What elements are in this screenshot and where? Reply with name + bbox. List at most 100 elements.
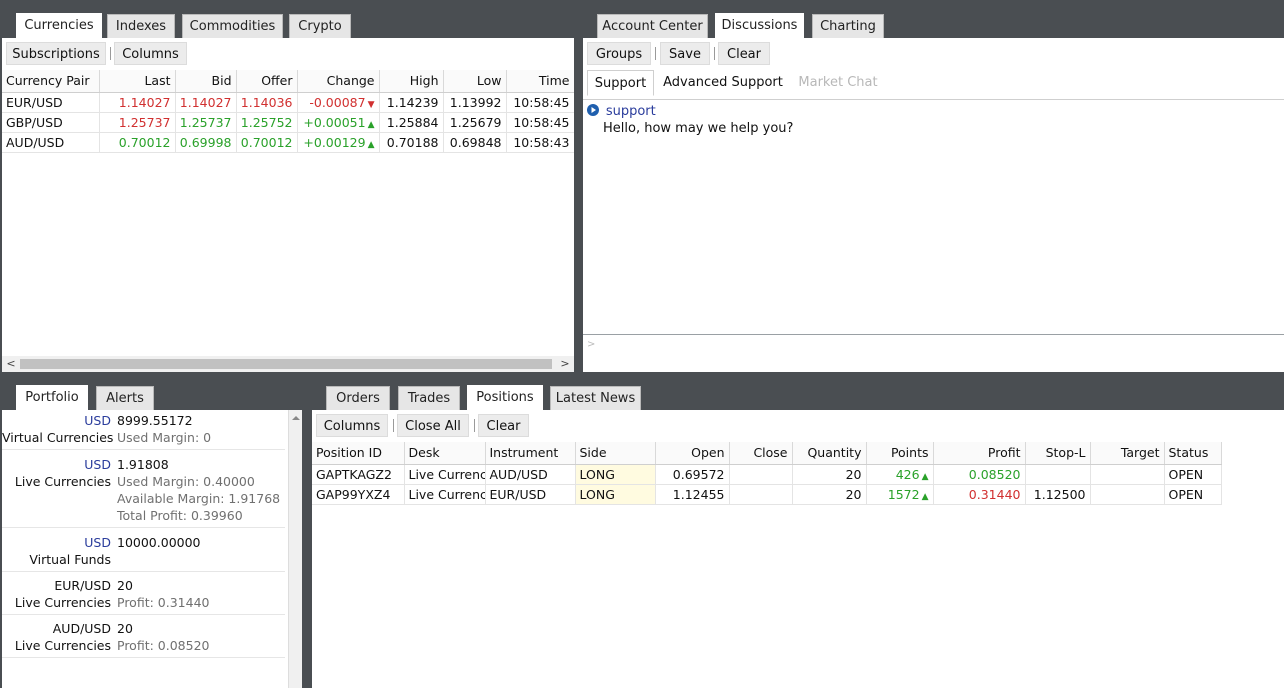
tab-trades[interactable]: Trades	[398, 386, 460, 410]
tab-alerts[interactable]: Alerts	[96, 386, 154, 410]
column-header[interactable]: Status	[1164, 442, 1222, 465]
column-header[interactable]: Instrument	[485, 442, 576, 465]
vertical-scrollbar[interactable]	[288, 410, 302, 688]
column-header[interactable]: Quantity	[792, 442, 867, 465]
profit-cell: 0.08520	[933, 464, 1026, 485]
list-item[interactable]: USD 1.91808 Live Currencies Used Margin:…	[2, 452, 285, 528]
column-header[interactable]: Last	[99, 70, 176, 93]
column-header[interactable]: Desk	[404, 442, 486, 465]
time-cell: 10:58:45	[506, 112, 574, 133]
table-row[interactable]: AUD/USD 0.70012 0.69998 0.70012 +0.00129…	[2, 132, 574, 153]
clear-button[interactable]: Clear	[718, 42, 770, 65]
positions-tabbar: Orders Trades Positions Latest News	[312, 372, 1284, 410]
tab-account-center[interactable]: Account Center	[597, 14, 708, 38]
column-header[interactable]: Bid	[175, 70, 237, 93]
columns-button[interactable]: Columns	[316, 414, 388, 437]
tab-positions[interactable]: Positions	[467, 385, 543, 410]
scroll-thumb[interactable]	[20, 359, 552, 369]
column-header[interactable]: Profit	[933, 442, 1026, 465]
column-header[interactable]: Change	[297, 70, 380, 93]
table-row[interactable]: GAP99YXZ4 Live Currencies EUR/USD LONG 1…	[312, 484, 1222, 505]
tab-discussions[interactable]: Discussions	[715, 13, 804, 38]
open-cell: 0.69572	[655, 464, 730, 485]
scroll-right-icon[interactable]: >	[558, 357, 572, 371]
points-cell: 1572 ▲	[866, 484, 934, 505]
scroll-up-icon[interactable]	[289, 412, 302, 424]
message-sender[interactable]: support	[606, 104, 656, 119]
chat-input-area[interactable]: >	[583, 334, 1284, 372]
column-header[interactable]: Currency Pair	[2, 70, 100, 93]
tab-charting[interactable]: Charting	[812, 14, 884, 38]
stop-loss-cell	[1025, 464, 1091, 485]
list-item[interactable]: USD 8999.55172 Virtual Currencies Used M…	[2, 410, 285, 450]
positions-content: Columns Close All Clear Position ID Desk…	[312, 410, 1284, 688]
arrow-down-icon: ▼	[367, 99, 375, 110]
play-icon	[587, 104, 599, 116]
entry-currency: USD	[84, 457, 111, 472]
table-row[interactable]: EUR/USD 1.14027 1.14027 1.14036 -0.00087…	[2, 92, 574, 113]
column-header[interactable]: High	[379, 70, 444, 93]
low-cell: 0.69848	[443, 132, 507, 153]
clear-button[interactable]: Clear	[478, 414, 529, 437]
entry-detail: Used Margin: 0.40000	[117, 474, 255, 489]
column-header[interactable]: Side	[575, 442, 656, 465]
table-row[interactable]: GAPTKAGZ2 Live Currencies AUD/USD LONG 0…	[312, 464, 1222, 485]
subscriptions-button[interactable]: Subscriptions	[6, 42, 106, 65]
tab-latest-news[interactable]: Latest News	[550, 386, 641, 410]
list-item[interactable]: EUR/USD 20 Live Currencies Profit: 0.314…	[2, 573, 285, 615]
discussions-toolbar: Groups Save Clear	[583, 38, 1284, 70]
list-item[interactable]: AUD/USD 20 Live Currencies Profit: 0.085…	[2, 616, 285, 658]
horizontal-scrollbar[interactable]: < >	[2, 356, 574, 372]
tab-orders[interactable]: Orders	[326, 386, 390, 410]
entry-value: 1.91808	[117, 457, 169, 472]
column-header[interactable]: Points	[866, 442, 934, 465]
instrument-cell: EUR/USD	[485, 484, 576, 505]
list-item[interactable]: USD 10000.00000 Virtual Funds	[2, 530, 285, 572]
entry-value: 8999.55172	[117, 413, 193, 428]
columns-button[interactable]: Columns	[114, 42, 187, 65]
market-toolbar: Subscriptions Columns	[2, 38, 574, 70]
column-header[interactable]: Open	[655, 442, 730, 465]
table-header: Position ID Desk Instrument Side Open Cl…	[312, 442, 1222, 465]
high-cell: 1.25884	[379, 112, 444, 133]
column-header[interactable]: Stop-L	[1025, 442, 1091, 465]
column-header[interactable]: Target	[1090, 442, 1165, 465]
entry-detail: Profit: 0.31440	[117, 595, 210, 610]
tab-commodities[interactable]: Commodities	[182, 14, 283, 38]
column-header[interactable]: Low	[443, 70, 507, 93]
currency-table: Currency Pair Last Bid Offer Change High…	[2, 70, 574, 153]
column-header[interactable]: Offer	[236, 70, 298, 93]
subtab-advanced-support[interactable]: Advanced Support	[663, 70, 783, 96]
entry-detail: Used Margin: 0	[117, 430, 212, 445]
last-cell: 0.70012	[99, 132, 176, 153]
save-button[interactable]: Save	[660, 42, 710, 65]
message-text: Hello, how may we help you?	[603, 121, 794, 136]
discussions-tabbar: Account Center Discussions Charting	[583, 0, 1284, 38]
tab-portfolio[interactable]: Portfolio	[16, 385, 88, 410]
groups-button[interactable]: Groups	[587, 42, 651, 65]
arrow-up-icon: ▲	[367, 139, 375, 150]
entry-name: Virtual Currencies	[2, 430, 114, 445]
change-cell: +0.00051 ▲	[297, 112, 380, 133]
table-row[interactable]: GBP/USD 1.25737 1.25737 1.25752 +0.00051…	[2, 112, 574, 133]
tab-indexes[interactable]: Indexes	[107, 14, 175, 38]
column-header[interactable]: Time	[506, 70, 574, 93]
chat-message: support Hello, how may we help you?	[587, 104, 793, 136]
close-all-button[interactable]: Close All	[397, 414, 469, 437]
position-id-cell: GAP99YXZ4	[312, 484, 405, 505]
subtab-support[interactable]: Support	[587, 70, 654, 96]
discussions-panel: Account Center Discussions Charting Grou…	[583, 0, 1284, 372]
market-content: Subscriptions Columns Currency Pair Last…	[2, 38, 574, 372]
points-value: 1572	[887, 486, 920, 502]
offer-cell: 1.14036	[236, 92, 298, 113]
entry-name: Live Currencies	[14, 474, 111, 489]
change-cell: +0.00129 ▲	[297, 132, 380, 153]
side-cell: LONG	[575, 464, 656, 485]
scroll-left-icon[interactable]: <	[4, 357, 18, 371]
tab-currencies[interactable]: Currencies	[16, 13, 102, 38]
column-header[interactable]: Close	[729, 442, 793, 465]
entry-detail: Available Margin: 1.91768	[117, 491, 281, 506]
column-header[interactable]: Position ID	[312, 442, 405, 465]
tab-crypto[interactable]: Crypto	[289, 14, 351, 38]
change-cell: -0.00087 ▼	[297, 92, 380, 113]
